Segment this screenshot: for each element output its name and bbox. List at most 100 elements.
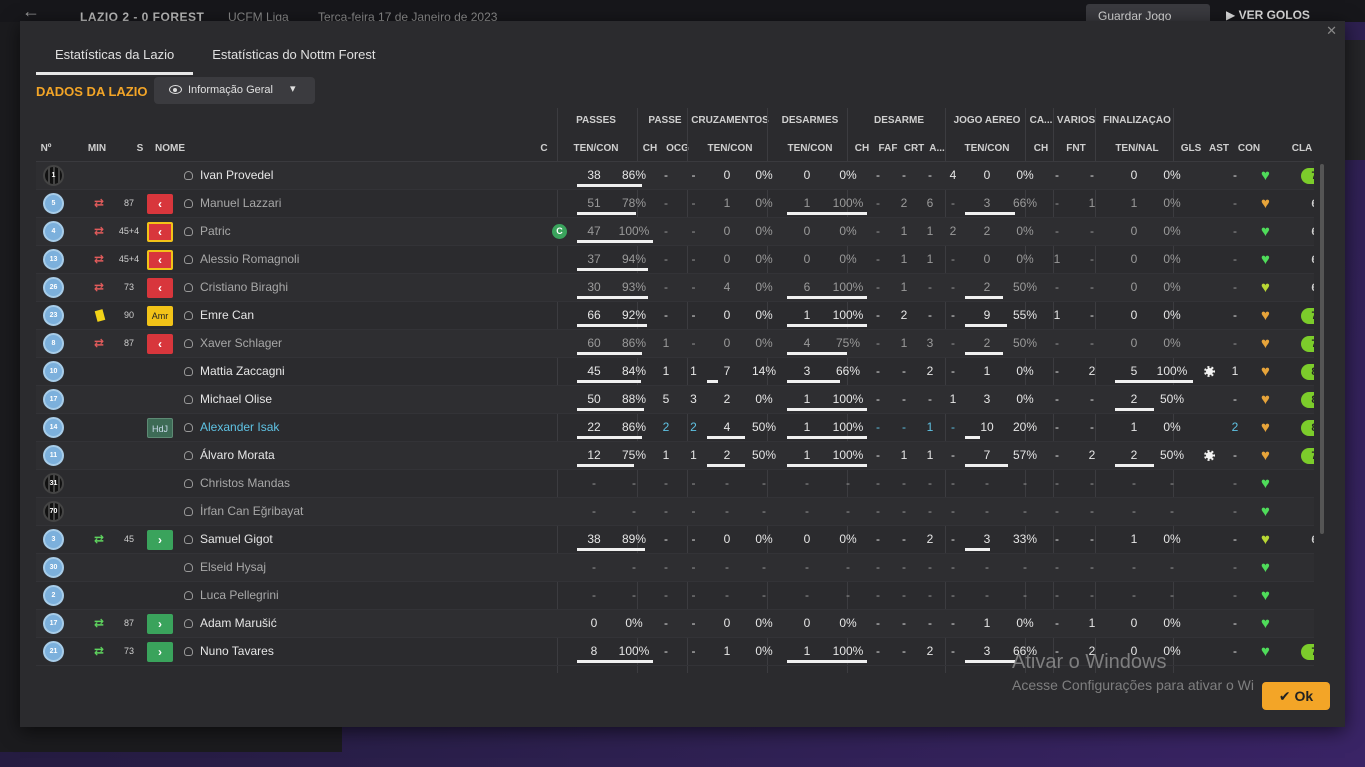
player-profile-icon[interactable] — [184, 647, 193, 656]
column-header[interactable]: FNT — [1055, 143, 1097, 154]
substitution-out-icon: ⇄ — [94, 280, 105, 294]
tackles-completion: 0% — [839, 532, 857, 546]
fouls-against: - — [1090, 280, 1094, 294]
player-profile-icon[interactable] — [184, 395, 193, 404]
table-row[interactable]: 31 Christos Mandas - - - - - - - - - - - - - - - - - - - ♥ - — [36, 470, 1314, 498]
player-profile-icon[interactable] — [184, 451, 193, 460]
chances-created: 1 — [690, 364, 697, 378]
player-profile-icon[interactable] — [184, 339, 193, 348]
crosses-attempted: 2 — [723, 392, 731, 406]
crosses-completion: 0% — [755, 308, 773, 322]
close-icon[interactable]: ✕ — [1326, 23, 1337, 39]
player-profile-icon[interactable] — [184, 591, 193, 600]
column-header[interactable]: A... — [927, 143, 947, 154]
fouls: - — [902, 392, 906, 406]
fouls: - — [902, 588, 906, 602]
player-profile-icon[interactable] — [184, 311, 193, 320]
table-row[interactable]: 13 ⇄ 45+4 ‹ Alessio Romagnoli 37 94% - -0 0% 0 0% -1… — [36, 246, 1314, 274]
column-header[interactable]: C — [533, 143, 555, 154]
player-profile-icon[interactable] — [184, 479, 193, 488]
player-rating: 8.2 — [1301, 420, 1314, 436]
fouls-against: - — [1090, 532, 1094, 546]
crosses-attempted: - — [725, 560, 729, 574]
column-header[interactable]: NOME — [155, 143, 215, 154]
table-row[interactable]: 17 Michael Olise 50 88% 5 3 2 0% 1 100% - - -1 3 0% - -2… — [36, 386, 1314, 414]
player-profile-icon[interactable] — [184, 255, 193, 264]
ok-button[interactable]: ✔ Ok — [1262, 682, 1330, 710]
player-profile-icon[interactable] — [184, 227, 193, 236]
headers-won: - — [1055, 560, 1059, 574]
shirt-number: 13 — [49, 256, 58, 263]
table-row[interactable]: 17 ⇄ 87 › Adam Marušić 0 0% - - 0 0% 0 0% - - - - 1 0% - 1 0 0… — [36, 610, 1314, 638]
column-header[interactable]: CRT — [901, 143, 927, 154]
column-header[interactable]: CON — [1234, 143, 1264, 154]
table-row[interactable]: 14 HdJ Alexander Isak 22 86% 2 2 4 50% 1 100% - -1-1… — [36, 414, 1314, 442]
column-header[interactable]: GLS — [1178, 143, 1204, 154]
table-row[interactable]: 70 İrfan Can Eğribayat - - - - - - - - - - - - - - - - - - -… — [36, 498, 1314, 526]
view-dropdown[interactable]: Informação Geral ▾ — [154, 77, 315, 104]
back-arrow-icon[interactable]: ← — [22, 2, 40, 20]
clearances: - — [951, 420, 955, 434]
column-header[interactable]: CLA — [1278, 143, 1326, 154]
player-profile-icon[interactable] — [184, 619, 193, 628]
fouls: - — [902, 504, 906, 518]
table-scrollbar[interactable] — [1320, 164, 1324, 534]
table-row[interactable]: 5 ⇄ 87 ‹ Manuel Lazzari 51 78% - -1 0% 1 100% -2 6-3 6… — [36, 190, 1314, 218]
shirt-number: 3 — [51, 536, 56, 543]
column-header[interactable]: FAF — [875, 143, 901, 154]
column-header[interactable]: TEN/NAL — [1097, 143, 1177, 154]
table-row[interactable]: 2 Luca Pellegrini - - - - - - - - - - - - - - - - - - - ♥ - — [36, 582, 1314, 610]
column-header[interactable]: CH — [1027, 143, 1055, 154]
player-name: Patric — [200, 224, 231, 238]
table-row[interactable]: 26 ⇄ 73 ‹ Cristiano Biraghi 30 93% - -4 0% 6 100% -1… — [36, 274, 1314, 302]
player-profile-icon[interactable] — [184, 563, 193, 572]
headers-won: - — [1055, 364, 1059, 378]
table-row[interactable]: 23 90 Amr Emre Can 66 92% - -0 0% 1 100% -2- -9 55% 1-… — [36, 302, 1314, 330]
column-header[interactable]: TEN/CON — [948, 143, 1026, 154]
player-rating: 6.9 — [1301, 532, 1314, 548]
table-row[interactable]: 30 Elseid Hysaj - - - - - - - - - - - - - - - - - - - ♥ - — [36, 554, 1314, 582]
player-name: Christos Mandas — [200, 476, 291, 490]
player-profile-icon[interactable] — [184, 535, 193, 544]
minute-value — [114, 582, 144, 610]
background-topbar: ← LAZIO 2 - 0 FOREST UCFM Liga Terça-fei… — [0, 0, 1365, 24]
column-header[interactable]: Nº — [36, 143, 56, 154]
table-row[interactable]: 1 Ivan Provedel 38 86% - -0 0% 0 0% - - -4 0 0% - -0 0% -… — [36, 162, 1314, 190]
column-group-header: CRUZAMENTOS — [691, 115, 769, 126]
interceptions: 1 — [926, 252, 934, 266]
column-header[interactable]: S — [132, 143, 148, 154]
stat-success-bar — [577, 464, 634, 467]
player-profile-icon[interactable] — [184, 199, 193, 208]
player-profile-icon[interactable] — [184, 283, 193, 292]
shots-on-target: 50% — [1159, 392, 1185, 406]
column-header[interactable]: AST — [1206, 143, 1232, 154]
stat-success-bar — [577, 548, 645, 551]
stat-success-bar — [965, 436, 980, 439]
table-row[interactable]: 10 Mattia Zaccagni 45 84% 1 1 7 14% 3 66% - -2-1 0% -… — [36, 358, 1314, 386]
minute-value: 87 — [123, 198, 134, 208]
player-rating: - — [1301, 476, 1314, 492]
column-header[interactable]: CH — [640, 143, 660, 154]
player-profile-icon[interactable] — [184, 171, 193, 180]
goal-ball-icon — [1204, 450, 1215, 461]
player-profile-icon[interactable] — [184, 367, 193, 376]
column-header[interactable]: TEN/CON — [690, 143, 770, 154]
chances-created: 2 — [690, 420, 697, 434]
key-passes: - — [664, 504, 668, 518]
tackles-attempted: 0 — [803, 616, 811, 630]
tackle-key: - — [876, 392, 880, 406]
view-goals-button[interactable]: ▶ VER GOLOS — [1226, 8, 1310, 22]
player-profile-icon[interactable] — [184, 423, 193, 432]
table-row[interactable]: 8 ⇄ 87 ‹ Xaver Schlager 60 86% 1-0 0% 4 75% -1 3-2 50… — [36, 330, 1314, 358]
table-row[interactable]: 3 ⇄ 45 › Samuel Gigot 38 89% - -0 0% 0 0% - -2-3 33% - -… — [36, 526, 1314, 554]
tab-forest-stats[interactable]: Estatísticas do Nottm Forest — [193, 39, 394, 75]
table-row[interactable]: 4 ⇄ 45+4 ‹ Patric C 47 100% - -0 0% 0 0% -1 1 2 2 0% - -0 0%… — [36, 218, 1314, 246]
player-profile-icon[interactable] — [184, 507, 193, 516]
column-header[interactable]: TEN/CON — [770, 143, 850, 154]
column-header[interactable]: MIN — [84, 143, 110, 154]
table-row[interactable]: 11 Álvaro Morata 12 75% 1 1 2 50% 1 100% -1 1-7 57% -… — [36, 442, 1314, 470]
column-header[interactable]: TEN/CON — [557, 143, 635, 154]
tab-lazio-stats[interactable]: Estatísticas da Lazio — [36, 39, 194, 75]
column-header[interactable]: CH — [850, 143, 874, 154]
minute-value — [114, 470, 144, 498]
